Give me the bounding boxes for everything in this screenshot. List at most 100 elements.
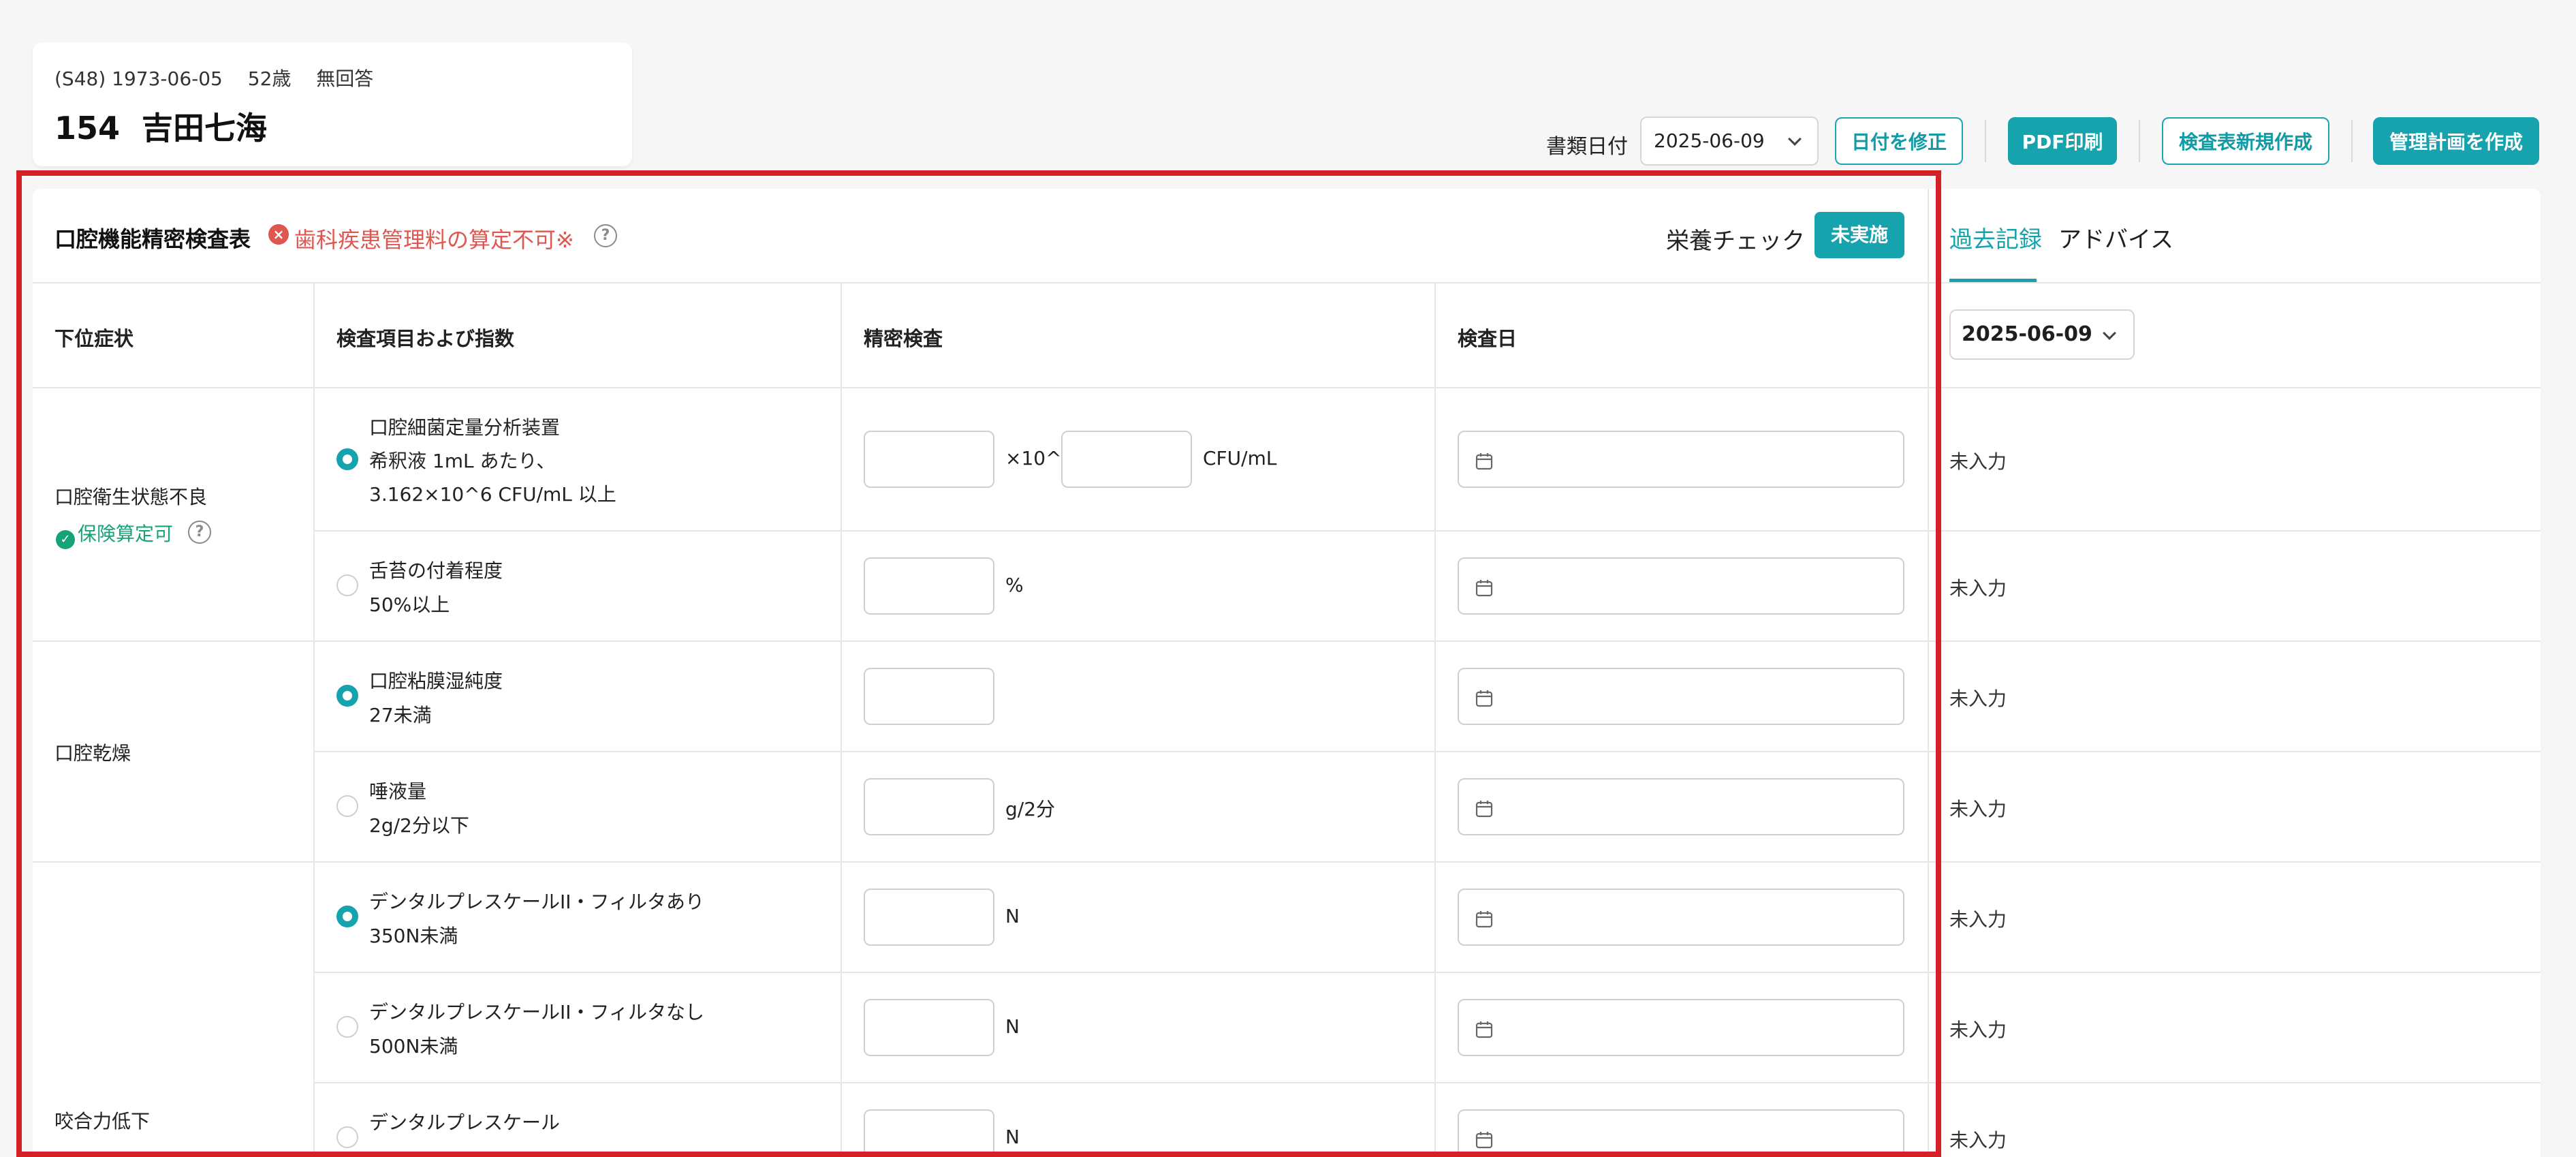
exam-date-input[interactable] <box>1458 557 1904 615</box>
row-divider <box>313 1082 2541 1083</box>
history-status: 未入力 <box>1949 1129 2007 1152</box>
item-detail: 希釈液 1mL あたり、 <box>369 450 556 472</box>
value-input[interactable] <box>864 557 994 615</box>
tab-active-indicator <box>1949 279 2037 282</box>
history-column-divider <box>1928 189 1929 1157</box>
tab-advice[interactable]: アドバイス <box>2058 221 2173 254</box>
value-input[interactable] <box>864 999 994 1056</box>
item-threshold: 500N未満 <box>369 1035 458 1058</box>
insurance-ok-text: 保険算定可 <box>78 523 174 545</box>
exam-date-input[interactable] <box>1458 431 1904 488</box>
calendar-icon <box>1475 690 1493 707</box>
calendar-icon <box>1475 801 1493 818</box>
unit-label: % <box>1005 574 1024 596</box>
row-divider <box>313 751 2541 752</box>
value-input[interactable] <box>864 778 994 835</box>
item-threshold: 2g/2分以下 <box>369 814 469 837</box>
item-name: デンタルプレスケールII・フィルタあり <box>369 891 704 913</box>
radio-select[interactable] <box>336 685 358 707</box>
check-circle-icon: ✓ <box>56 530 75 549</box>
doc-date-value: 2025-06-09 <box>1654 129 1765 152</box>
value-input[interactable] <box>864 1109 994 1157</box>
chevron-down-icon <box>1788 132 1802 146</box>
patient-name: 154 吉田七海 <box>54 110 268 146</box>
radio-select[interactable] <box>336 795 358 817</box>
unit-label: N <box>1005 1015 1020 1038</box>
history-status: 未入力 <box>1949 1019 2007 1041</box>
history-status: 未入力 <box>1949 450 2007 473</box>
insurance-ok-badge: ✓ 保険算定可 <box>56 519 173 549</box>
group-divider <box>33 861 2541 863</box>
exam-date-input[interactable] <box>1458 778 1904 835</box>
unit-label: N <box>1005 905 1020 927</box>
radio-select[interactable] <box>336 448 358 470</box>
item-threshold: 50%以上 <box>369 593 450 616</box>
item-name: デンタルプレスケールII・フィルタなし <box>369 1001 704 1023</box>
symptom-label: 咬合力低下 <box>54 1110 151 1132</box>
exam-date-input[interactable] <box>1458 999 1904 1056</box>
panel-title: 口腔機能精密検査表 <box>54 226 251 252</box>
patient-card: (S48) 1973-06-05 52歳 無回答 154 吉田七海 <box>33 42 632 166</box>
tab-history[interactable]: 過去記録 <box>1949 221 2042 254</box>
calendar-icon <box>1475 1132 1493 1149</box>
column-divider <box>1434 283 1436 1157</box>
nutrition-status-button[interactable]: 未実施 <box>1815 212 1904 258</box>
radio-select[interactable] <box>336 1126 358 1148</box>
exam-date-input[interactable] <box>1458 889 1904 946</box>
nutrition-check-label: 栄養チェック <box>1666 228 1805 255</box>
doc-date-select[interactable]: 2025-06-09 <box>1640 117 1819 166</box>
symptom-label: 口腔衛生状態不良 <box>54 486 208 508</box>
calendar-icon <box>1475 453 1493 470</box>
row-divider <box>313 530 2541 531</box>
exam-date-input[interactable] <box>1458 668 1904 725</box>
new-sheet-button[interactable]: 検査表新規作成 <box>2162 117 2329 165</box>
column-divider <box>313 283 315 1157</box>
question-circle-icon[interactable]: ? <box>188 521 211 544</box>
fix-date-button[interactable]: 日付を修正 <box>1835 117 1963 165</box>
question-circle-icon[interactable]: ? <box>594 224 617 247</box>
pdf-print-button[interactable]: PDF印刷 <box>2008 117 2117 165</box>
history-status: 未入力 <box>1949 908 2007 931</box>
item-name: デンタルプレスケール <box>369 1111 561 1134</box>
value-input[interactable] <box>864 431 994 488</box>
x-circle-icon: × <box>268 224 289 245</box>
unit-label: g/2分 <box>1005 798 1056 820</box>
history-date-value: 2025-06-09 <box>1962 322 2092 346</box>
create-plan-button[interactable]: 管理計画を作成 <box>2373 117 2539 165</box>
history-status: 未入力 <box>1949 577 2007 600</box>
item-name: 口腔細菌定量分析装置 <box>369 416 561 439</box>
toolbar-divider <box>2351 120 2353 162</box>
unit-label: CFU/mL <box>1203 447 1277 469</box>
exponent-input[interactable] <box>1061 431 1192 488</box>
toolbar-divider <box>2139 120 2140 162</box>
radio-select[interactable] <box>336 574 358 596</box>
column-divider <box>841 283 842 1157</box>
header-symptom: 下位症状 <box>54 327 134 350</box>
calendar-icon <box>1475 1021 1493 1038</box>
history-date-select[interactable]: 2025-06-09 <box>1949 309 2135 360</box>
radio-select[interactable] <box>336 906 358 927</box>
calendar-icon <box>1475 580 1493 597</box>
patient-meta: (S48) 1973-06-05 52歳 無回答 <box>54 67 374 90</box>
group-divider <box>33 641 2541 642</box>
history-status: 未入力 <box>1949 688 2007 710</box>
toolbar-divider <box>1985 120 1986 162</box>
calendar-icon <box>1475 911 1493 928</box>
radio-select[interactable] <box>336 1016 358 1038</box>
exam-date-input[interactable] <box>1458 1109 1904 1157</box>
table-header-divider <box>33 387 2541 388</box>
warning-text: 歯科疾患管理料の算定不可※ <box>294 227 574 253</box>
panel-header-divider <box>33 282 2541 283</box>
unit-label: ×10^ <box>1005 447 1062 469</box>
item-threshold: 350N未満 <box>369 925 458 947</box>
value-input[interactable] <box>864 668 994 725</box>
item-threshold: 27未満 <box>369 704 432 726</box>
history-status: 未入力 <box>1949 798 2007 820</box>
header-detailed-exam: 精密検査 <box>864 327 943 350</box>
item-name: 唾液量 <box>369 780 427 803</box>
item-threshold: 3.162×10^6 CFU/mL 以上 <box>369 483 616 506</box>
value-input[interactable] <box>864 889 994 946</box>
symptom-label: 口腔乾燥 <box>54 742 131 765</box>
header-exam-date: 検査日 <box>1458 327 1518 350</box>
item-name: 口腔粘膜湿純度 <box>369 670 503 692</box>
